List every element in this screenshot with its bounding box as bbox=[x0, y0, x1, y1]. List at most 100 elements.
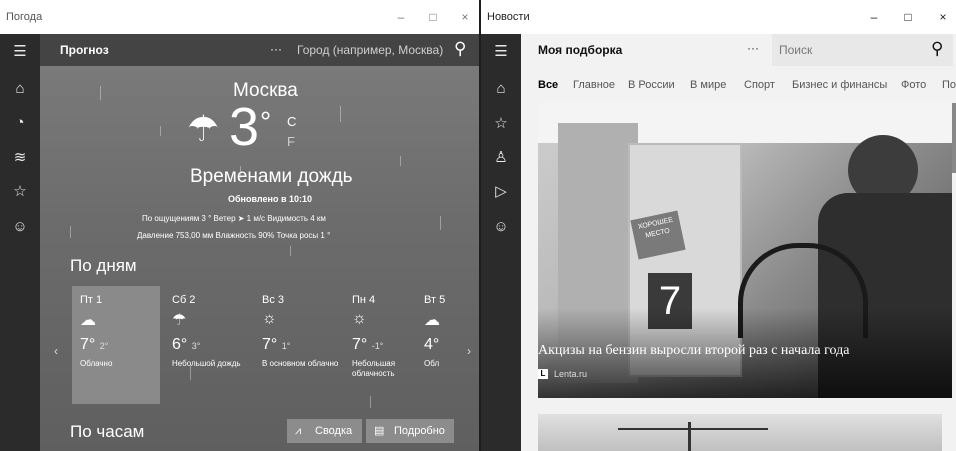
tab-business[interactable]: Бизнес и финансы bbox=[792, 79, 887, 91]
day-desc: Облачно bbox=[80, 359, 113, 368]
search-icon[interactable]: ⚲ bbox=[454, 39, 466, 59]
day-high: 4° bbox=[424, 336, 440, 353]
news-window: Новости – □ × ☰ ⌂ ☆ ♙ ▷ ☺ Моя подборка ·… bbox=[481, 0, 956, 451]
feedback-smiley-icon[interactable]: ☺ bbox=[0, 218, 40, 235]
day-card[interactable]: Сб 2 ☂ 6° 3° Небольшой дождь bbox=[164, 286, 252, 404]
day-name: Вс 3 bbox=[262, 294, 285, 306]
tab-more[interactable]: По bbox=[942, 79, 956, 91]
feedback-smiley-icon[interactable]: ☺ bbox=[481, 218, 521, 235]
partly-sunny-icon: ☼ bbox=[262, 310, 277, 327]
news-maximize-button[interactable]: □ bbox=[901, 10, 915, 24]
partly-sunny-icon: ☼ bbox=[352, 310, 367, 327]
city-search-input[interactable]: Город (например, Москва) bbox=[297, 43, 443, 57]
day-desc: В основном облачно bbox=[262, 359, 339, 368]
power-pole bbox=[688, 422, 691, 451]
day-desc: Небольшой дождь bbox=[172, 359, 241, 368]
news-window-title: Новости bbox=[487, 11, 530, 23]
weather-header: Прогноз ··· Город (например, Москва) ⚲ bbox=[40, 34, 479, 66]
day-card[interactable]: Пт 1 ☁ 7° 2° Облачно bbox=[72, 286, 160, 404]
weather-side-nav: ☰ ⌂ ◔ ≋ ☆ ☺ bbox=[0, 34, 40, 451]
weather-minimize-button[interactable]: – bbox=[394, 10, 408, 24]
more-options-button[interactable]: ··· bbox=[747, 41, 759, 55]
current-temperature: 3 bbox=[229, 97, 260, 157]
day-high: 6° bbox=[172, 336, 188, 353]
news-header: Моя подборка ··· Поиск ⚲ bbox=[521, 34, 956, 66]
news-side-nav: ☰ ⌂ ☆ ♙ ▷ ☺ bbox=[481, 34, 521, 451]
weather-maximize-button[interactable]: □ bbox=[426, 10, 440, 24]
day-name: Пт 1 bbox=[80, 294, 103, 306]
historical-weather-icon[interactable]: ≋ bbox=[0, 148, 40, 166]
local-news-icon[interactable]: ♙ bbox=[481, 148, 521, 166]
headline-title[interactable]: Акцизы на бензин выросли второй раз с на… bbox=[538, 343, 849, 359]
tab-sport[interactable]: Спорт bbox=[744, 79, 775, 91]
condition-text: Временами дождь bbox=[190, 166, 353, 187]
hourly-forecast-title: По часам bbox=[70, 422, 145, 441]
page-title: Прогноз bbox=[60, 43, 109, 57]
weather-window: Погода – □ × ☰ ⌂ ◔ ≋ ☆ ☺ Прогноз ··· Гор… bbox=[0, 0, 479, 451]
day-desc: Обл bbox=[424, 359, 440, 368]
weather-details-line2: Давление 753,00 мм Влажность 90% Точка р… bbox=[137, 231, 331, 240]
daily-forecast-title: По дням bbox=[70, 256, 137, 275]
news-search-input[interactable]: Поиск bbox=[779, 43, 812, 57]
home-icon[interactable]: ⌂ bbox=[481, 80, 521, 97]
source-logo: L bbox=[538, 369, 548, 379]
hamburger-menu-icon[interactable]: ☰ bbox=[0, 42, 40, 60]
more-options-button[interactable]: ··· bbox=[270, 42, 282, 56]
news-titlebar: Новости – □ × bbox=[481, 0, 956, 34]
news-minimize-button[interactable]: – bbox=[867, 10, 881, 24]
summary-button-label: Сводка bbox=[315, 425, 353, 437]
home-icon[interactable]: ⌂ bbox=[0, 80, 40, 97]
summary-button[interactable]: ⩘ Сводка bbox=[287, 419, 362, 443]
second-article-card[interactable] bbox=[538, 414, 942, 451]
next-days-arrow-icon[interactable]: › bbox=[467, 344, 471, 358]
video-icon[interactable]: ▷ bbox=[481, 182, 521, 200]
weather-details-line1: По ощущениям 3 ° Ветер ➤ 1 м/с Видимость… bbox=[142, 214, 326, 223]
day-name: Вт 5 bbox=[424, 294, 446, 306]
day-low: 3° bbox=[191, 341, 201, 351]
tab-russia[interactable]: В России bbox=[628, 79, 675, 91]
interests-icon[interactable]: ☆ bbox=[481, 114, 521, 132]
fahrenheit-toggle[interactable]: F bbox=[287, 134, 295, 149]
day-name: Сб 2 bbox=[172, 294, 196, 306]
hamburger-menu-icon[interactable]: ☰ bbox=[481, 42, 521, 60]
source-name: Lenta.ru bbox=[554, 369, 588, 379]
tab-world[interactable]: В мире bbox=[690, 79, 726, 91]
day-high: 7° bbox=[80, 336, 96, 353]
tab-photo[interactable]: Фото bbox=[901, 79, 926, 91]
day-card[interactable]: Вс 3 ☼ 7° 1° В основном облачно bbox=[254, 286, 342, 404]
day-card[interactable]: Вт 5 ☁ 4° Обл bbox=[416, 286, 454, 404]
power-line bbox=[618, 428, 768, 430]
tab-main[interactable]: Главное bbox=[573, 79, 615, 91]
day-low: 1° bbox=[281, 341, 291, 351]
news-close-button[interactable]: × bbox=[936, 10, 950, 24]
news-scrollbar[interactable] bbox=[952, 103, 956, 173]
cloudy-icon: ☁ bbox=[424, 312, 440, 329]
chart-icon: ⩘ bbox=[295, 425, 302, 437]
details-button[interactable]: ▤ Подробно bbox=[366, 419, 454, 443]
weather-condition-icon: ☂ bbox=[187, 108, 220, 149]
cloudy-icon: ☁ bbox=[80, 312, 96, 329]
day-low: -1° bbox=[371, 341, 384, 351]
celsius-toggle[interactable]: C bbox=[287, 114, 296, 129]
light-rain-icon: ☂ bbox=[172, 312, 187, 329]
page-title: Моя подборка bbox=[538, 43, 623, 57]
radar-map-icon[interactable]: ◔ bbox=[0, 114, 40, 131]
day-low: 2° bbox=[99, 341, 109, 351]
weather-window-title: Погода bbox=[6, 11, 43, 23]
prev-days-arrow-icon[interactable]: ‹ bbox=[54, 344, 58, 358]
table-icon: ▤ bbox=[374, 425, 385, 437]
day-high: 7° bbox=[262, 336, 278, 353]
weather-titlebar: Погода – □ × bbox=[0, 0, 479, 34]
day-name: Пн 4 bbox=[352, 294, 376, 306]
tab-all[interactable]: Все bbox=[538, 79, 558, 91]
weather-main: Москва ☂ 3 ° C F Временами дождь Обновле… bbox=[40, 66, 479, 451]
favorites-icon[interactable]: ☆ bbox=[0, 182, 40, 200]
day-high: 7° bbox=[352, 336, 368, 353]
category-tabs: Все Главное В России В мире Спорт Бизнес… bbox=[521, 74, 956, 98]
degree-symbol: ° bbox=[260, 106, 272, 137]
weather-close-button[interactable]: × bbox=[458, 10, 472, 24]
updated-time: Обновлено в 10:10 bbox=[228, 194, 312, 204]
headline-article-card[interactable]: ХОРОШЕЕ МЕСТО 7 Акцизы на бензин выросли… bbox=[538, 103, 952, 398]
search-icon[interactable]: ⚲ bbox=[931, 39, 943, 59]
second-article-image bbox=[538, 414, 942, 451]
